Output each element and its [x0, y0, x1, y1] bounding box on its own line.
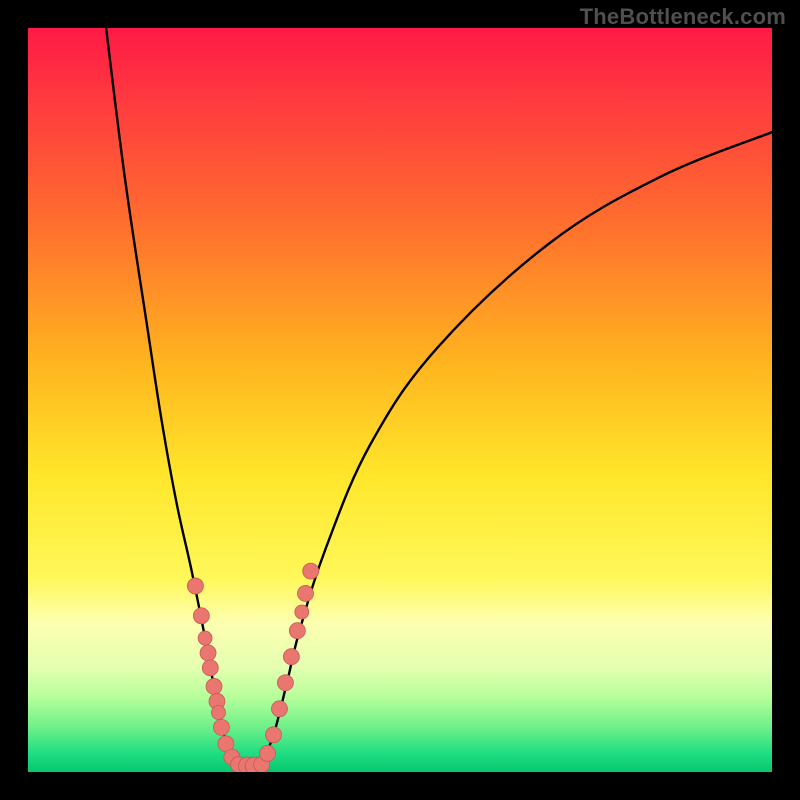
curves-svg [28, 28, 772, 772]
scatter-dot [260, 745, 276, 761]
watermark-text: TheBottleneck.com [580, 4, 786, 30]
left-curve [106, 28, 242, 767]
scatter-dot [202, 660, 218, 676]
scatter-dot [298, 585, 314, 601]
scatter-dot [200, 645, 216, 661]
plot-area [28, 28, 772, 772]
scatter-dot [198, 631, 212, 645]
scatter-dot [206, 678, 222, 694]
scatter-dot [295, 605, 309, 619]
right-curve [260, 132, 772, 767]
scatter-dot [211, 705, 225, 719]
scatter-dot [303, 563, 319, 579]
scatter-dot [193, 608, 209, 624]
scatter-dot [266, 727, 282, 743]
scatter-dot [283, 649, 299, 665]
scatter-dots [187, 563, 318, 772]
scatter-dot [187, 578, 203, 594]
scatter-dot [289, 623, 305, 639]
scatter-dot [277, 675, 293, 691]
scatter-dot [271, 701, 287, 717]
scatter-dot [213, 719, 229, 735]
